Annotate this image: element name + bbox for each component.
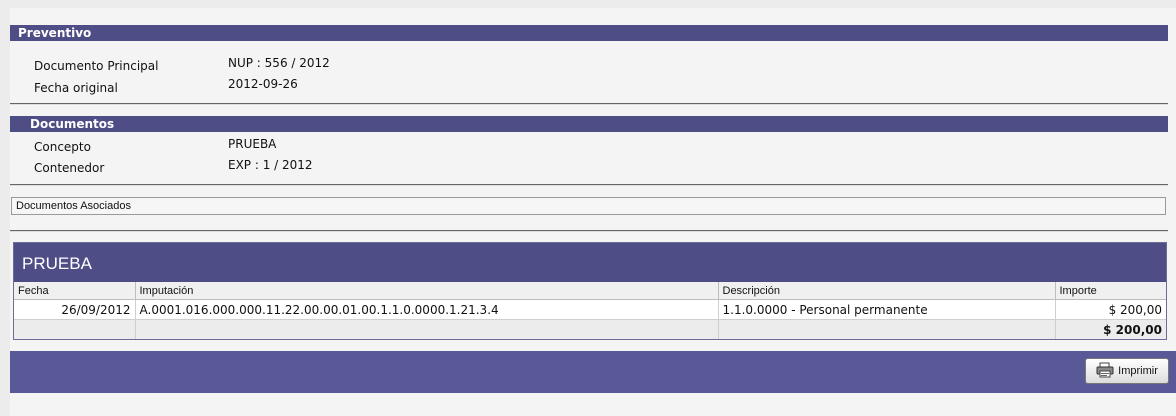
print-button[interactable]: Imprimir — [1085, 358, 1169, 384]
total-spacer — [718, 319, 1056, 339]
documento-principal-label: Documento Principal — [34, 59, 159, 73]
documentos-header: Documentos — [10, 116, 1168, 132]
table-header-row: Fecha Imputación Descripción Importe — [14, 282, 1166, 300]
imputaciones-table: Fecha Imputación Descripción Importe 26/… — [14, 282, 1166, 339]
divider — [10, 184, 1168, 186]
cell-importe: $ 200,00 — [1055, 299, 1166, 320]
divider — [10, 230, 1168, 232]
imputaciones-panel: PRUEBA Fecha Imputación Descripción Impo… — [13, 242, 1167, 340]
concepto-value: PRUEBA — [228, 137, 277, 151]
action-bar: Imprimir — [10, 351, 1176, 393]
preventivo-header: Preventivo — [10, 25, 1168, 41]
fecha-original-value: 2012-09-26 — [228, 77, 298, 91]
column-header-imputacion[interactable]: Imputación — [135, 282, 719, 300]
cell-imputacion: A.0001.016.000.000.11.22.00.00.01.00.1.1… — [135, 299, 719, 320]
total-row: $ 200,00 — [14, 319, 1166, 339]
total-importe: $ 200,00 — [1055, 319, 1166, 339]
table-row[interactable]: 26/09/2012 A.0001.016.000.000.11.22.00.0… — [14, 299, 1166, 320]
cell-fecha: 26/09/2012 — [14, 299, 136, 320]
column-header-fecha[interactable]: Fecha — [14, 282, 136, 300]
column-header-descripcion[interactable]: Descripción — [718, 282, 1056, 300]
documentos-asociados-section[interactable]: Documentos Asociados — [11, 197, 1166, 215]
divider — [10, 103, 1168, 105]
total-spacer — [135, 319, 719, 339]
panel-title: PRUEBA — [14, 243, 1166, 282]
fecha-original-label: Fecha original — [34, 81, 118, 95]
total-spacer — [14, 319, 136, 339]
contenedor-value: EXP : 1 / 2012 — [228, 158, 313, 172]
contenedor-label: Contenedor — [34, 161, 105, 175]
print-button-label: Imprimir — [1118, 365, 1158, 377]
printer-icon — [1096, 362, 1114, 381]
column-header-importe[interactable]: Importe — [1055, 282, 1166, 300]
cell-descripcion: 1.1.0.0000 - Personal permanente — [718, 299, 1056, 320]
documento-principal-value: NUP : 556 / 2012 — [228, 56, 330, 70]
concepto-label: Concepto — [34, 140, 91, 154]
